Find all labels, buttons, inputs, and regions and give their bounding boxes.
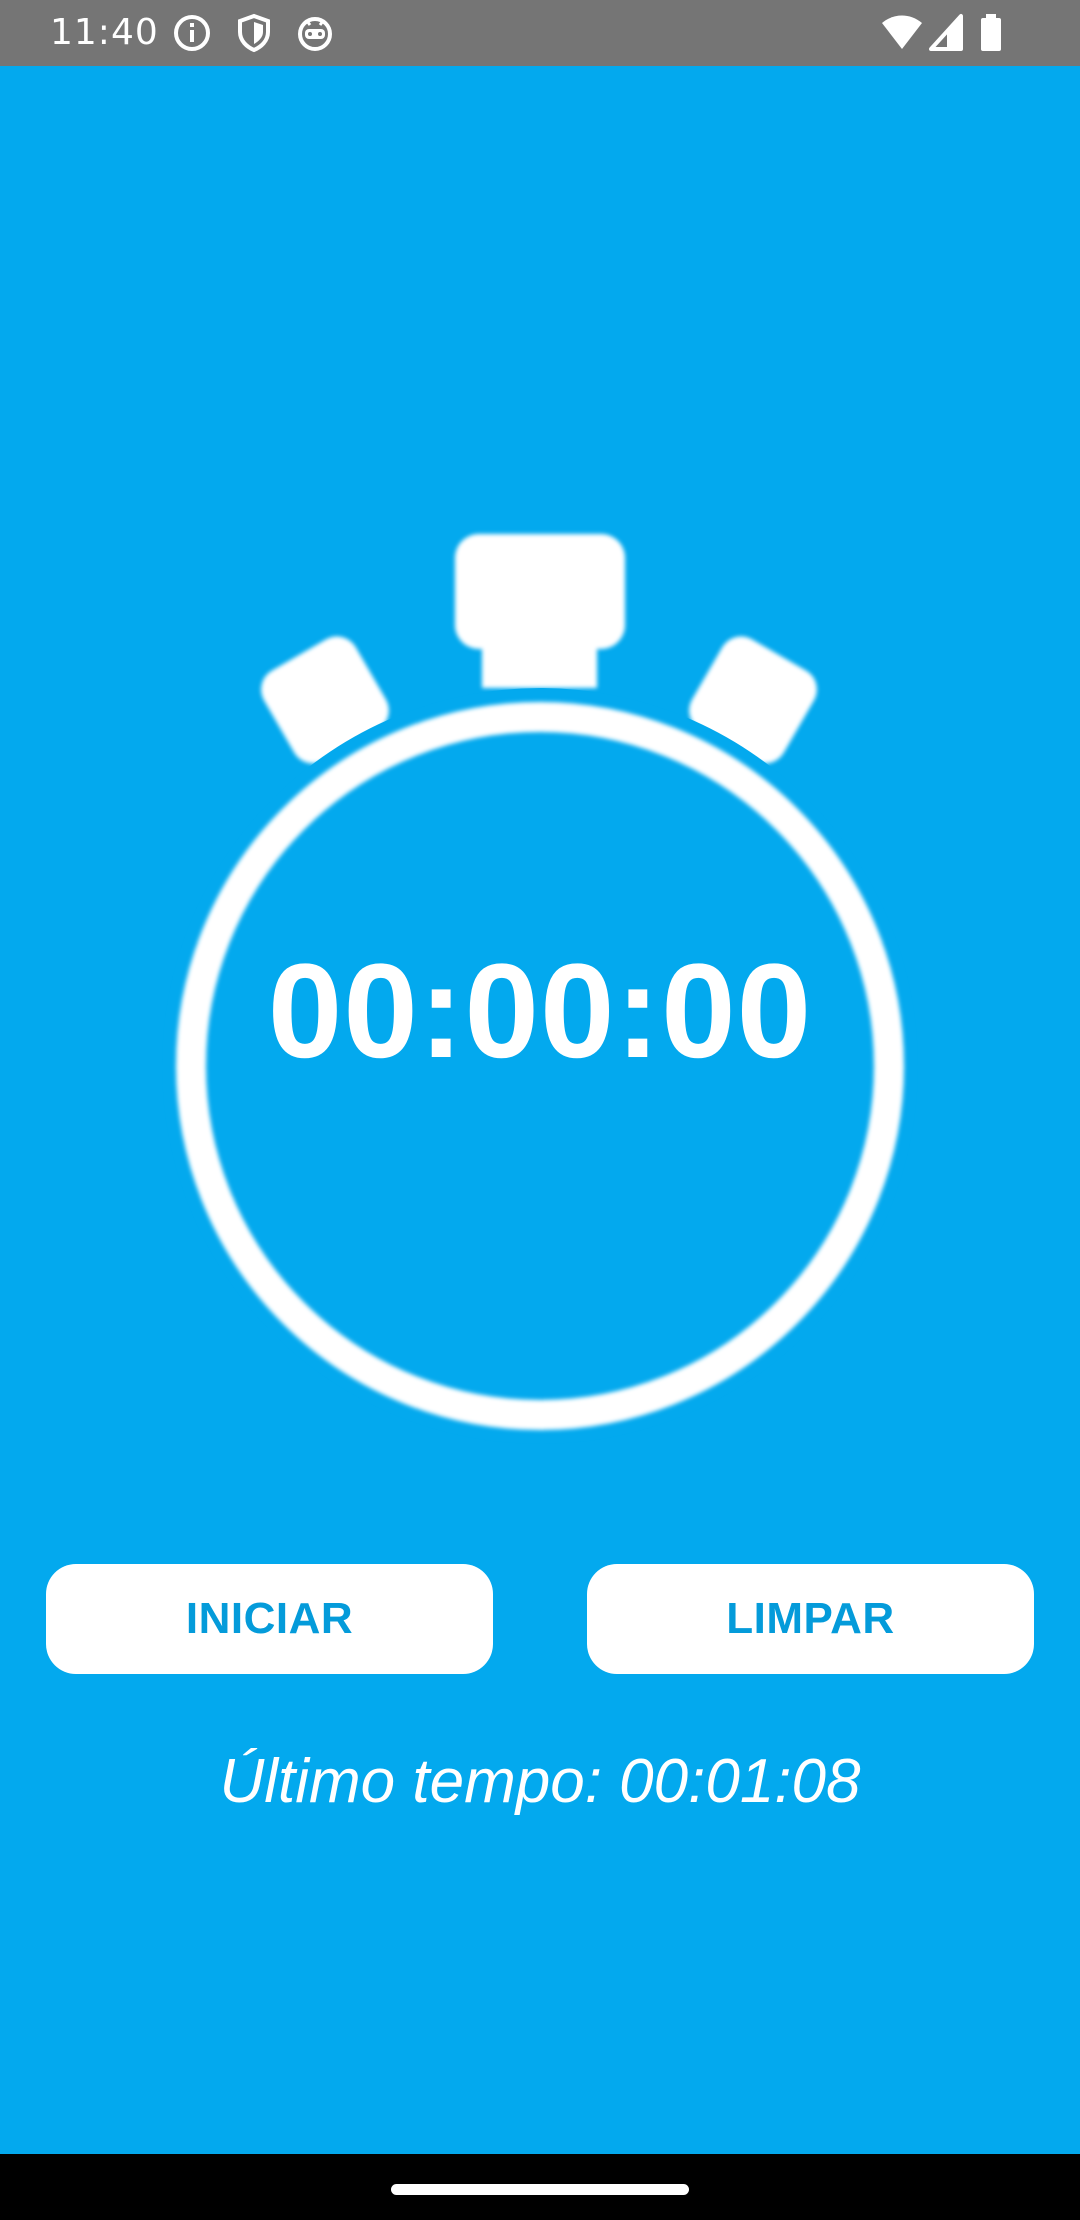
status-bar: 11:40 [0,0,1080,66]
battery-icon [981,14,1001,51]
timer-display: 00:00:00 [267,937,813,1086]
wifi-icon [882,15,922,49]
clear-button[interactable]: LIMPAR [587,1564,1034,1674]
stopwatch-screen: 00:00:00 INICIAR LIMPAR Último tempo: 00… [0,66,1080,2154]
navigation-bar [0,2154,1080,2220]
status-time: 11:40 [50,12,159,53]
last-time-label: Último tempo: 00:01:08 [219,1747,861,1816]
info-icon [174,15,210,51]
cellular-signal-icon [929,14,963,51]
android-debug-icon [298,17,332,51]
start-button[interactable]: INICIAR [46,1564,493,1674]
shield-icon [238,13,270,53]
home-indicator[interactable] [391,2184,689,2195]
